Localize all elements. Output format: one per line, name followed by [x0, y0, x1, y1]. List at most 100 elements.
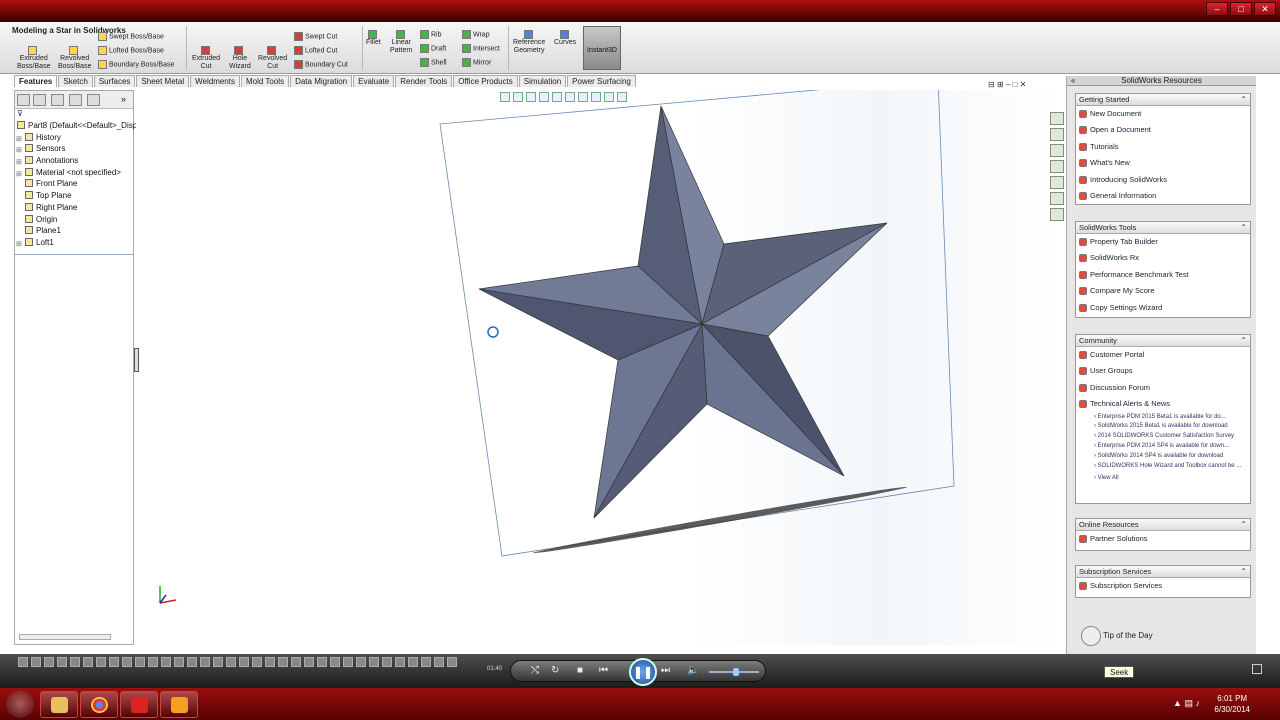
news-item[interactable]: › SolidWorks 2014 SP4 is available for d… [1076, 452, 1250, 462]
dimxpert-tab-icon[interactable] [69, 94, 82, 106]
panel-splitter[interactable] [134, 348, 139, 372]
link-introducing-solidworks[interactable]: Introducing SolidWorks [1076, 172, 1250, 188]
toolbar-tool-icon[interactable] [239, 657, 249, 667]
toolbar-tool-icon[interactable] [161, 657, 171, 667]
toolbar-tool-icon[interactable] [408, 657, 418, 667]
boundary-cut-button[interactable]: Boundary Cut [294, 60, 348, 69]
toolbar-tool-icon[interactable] [356, 657, 366, 667]
toolbar-tool-icon[interactable] [447, 657, 457, 667]
extruded-boss-button[interactable]: Extruded Boss/Base [17, 46, 50, 71]
link-compare-my-score[interactable]: Compare My Score [1076, 283, 1250, 299]
resources-tab-icon[interactable] [1050, 112, 1064, 125]
close-viewport-icon[interactable]: ✕ [1020, 80, 1027, 89]
toolbar-tool-icon[interactable] [421, 657, 431, 667]
tree-root-part[interactable]: Part8 (Default<<Default>_Disp [15, 120, 137, 132]
reference-geometry-button[interactable]: Reference Geometry [513, 30, 545, 55]
previous-view-icon[interactable] [526, 92, 536, 102]
tray-arrow-icon[interactable]: ▲ [1173, 698, 1182, 708]
link-open-a-document[interactable]: Open a Document [1076, 122, 1250, 138]
tree-item-history[interactable]: ⊞ History [15, 132, 133, 144]
pause-button[interactable]: ❚❚ [629, 658, 657, 686]
taskbar-explorer[interactable] [40, 691, 78, 718]
hide-show-icon[interactable] [578, 92, 588, 102]
star-model[interactable] [136, 90, 1064, 645]
next-icon[interactable]: ⏭ [661, 665, 670, 676]
view-palette-tab-icon[interactable] [1050, 176, 1064, 189]
design-library-tab-icon[interactable] [1050, 128, 1064, 141]
link-discussion-forum[interactable]: Discussion Forum [1076, 380, 1250, 396]
filter-icon[interactable]: ⊽ [15, 109, 133, 120]
link-general-information[interactable]: General Information [1076, 188, 1250, 204]
toolbar-tool-icon[interactable] [226, 657, 236, 667]
tab-mold-tools[interactable]: Mold Tools [240, 75, 290, 87]
link-performance-benchmark-test[interactable]: Performance Benchmark Test [1076, 267, 1250, 283]
repeat-icon[interactable]: ↻ [551, 665, 559, 676]
news-item[interactable]: › SolidWorks 2015 Beta1 is available for… [1076, 422, 1250, 432]
tab-sheet-metal[interactable]: Sheet Metal [136, 75, 190, 87]
revolved-boss-button[interactable]: Revolved Boss/Base [58, 46, 91, 71]
collapse-chevron-icon[interactable]: ⌃ [1240, 222, 1247, 234]
toolbar-tool-icon[interactable] [31, 657, 41, 667]
horizontal-scrollbar[interactable] [19, 634, 111, 640]
mirror-button[interactable]: Mirror [462, 58, 491, 67]
taskbar-solidworks[interactable] [120, 691, 158, 718]
news-item[interactable]: › Enterprise PDM 2015 Beta1 is available… [1076, 413, 1250, 423]
tab-evaluate[interactable]: Evaluate [353, 75, 395, 87]
custom-properties-tab-icon[interactable] [1050, 208, 1064, 221]
news-item[interactable]: › SOLIDWORKS Hole Wizard and Toolbox can… [1076, 462, 1250, 472]
zoom-to-fit-icon[interactable] [500, 92, 510, 102]
tree-item-loft1[interactable]: ⊞ Loft1 [15, 237, 133, 249]
section-view-icon[interactable] [539, 92, 549, 102]
property-manager-tab-icon[interactable] [33, 94, 46, 106]
fillet-button[interactable]: Fillet [366, 30, 381, 47]
tab-surfaces[interactable]: Surfaces [93, 75, 136, 87]
tree-item-plane1[interactable]: Plane1 [15, 225, 133, 237]
toolbar-tool-icon[interactable] [148, 657, 158, 667]
display-manager-tab-icon[interactable] [87, 94, 100, 106]
lofted-cut-button[interactable]: Lofted Cut [294, 46, 337, 55]
link-user-groups[interactable]: User Groups [1076, 363, 1250, 379]
hole-wizard-button[interactable]: Hole Wizard [229, 46, 251, 71]
taskbar-media-player[interactable] [160, 691, 198, 718]
revolved-cut-button[interactable]: Revolved Cut [258, 46, 287, 71]
tree-item-front[interactable]: Front Plane [15, 178, 133, 190]
toolbar-tool-icon[interactable] [304, 657, 314, 667]
link-subscription-services[interactable]: Subscription Services [1076, 578, 1250, 594]
maximize-viewport-icon[interactable]: □ [1013, 80, 1018, 89]
link-copy-settings-wizard[interactable]: Copy Settings Wizard [1076, 300, 1250, 316]
tile-viewport-icon[interactable]: ⊞ [997, 80, 1004, 89]
toolbar-tool-icon[interactable] [187, 657, 197, 667]
rib-button[interactable]: Rib [420, 30, 442, 39]
restore-viewport-icon[interactable]: ⊟ [988, 80, 995, 89]
toolbar-tool-icon[interactable] [369, 657, 379, 667]
rollback-bar[interactable] [15, 254, 133, 255]
toolbar-tool-icon[interactable] [135, 657, 145, 667]
toolbar-tool-icon[interactable] [57, 657, 67, 667]
fullscreen-icon[interactable] [1252, 664, 1262, 674]
news-item[interactable]: › Enterprise PDM 2014 SP4 is available f… [1076, 442, 1250, 452]
tab-data-migration[interactable]: Data Migration [290, 75, 353, 87]
tree-item-origin[interactable]: Origin [15, 214, 133, 226]
close-button[interactable]: ✕ [1254, 2, 1276, 16]
tab-power-surfacing[interactable]: Power Surfacing [567, 75, 636, 87]
section-header[interactable]: SolidWorks Tools ⌃ [1076, 222, 1250, 234]
tab-render-tools[interactable]: Render Tools [395, 75, 453, 87]
shuffle-icon[interactable]: ⤭ [531, 665, 539, 676]
feature-tree-tab-icon[interactable] [17, 94, 30, 106]
link-new-document[interactable]: New Document [1076, 106, 1250, 122]
previous-icon[interactable]: ⏮ [599, 665, 608, 676]
link-partner-solutions[interactable]: Partner Solutions [1076, 531, 1250, 547]
clock[interactable]: 6:01 PM 6/30/2014 [1214, 693, 1250, 715]
view-settings-icon[interactable] [617, 92, 627, 102]
tree-item-material[interactable]: ⊞ Material <not specified> [15, 167, 133, 179]
zoom-area-icon[interactable] [513, 92, 523, 102]
collapse-chevron-icon[interactable]: ⌃ [1240, 335, 1247, 347]
curves-button[interactable]: Curves [554, 30, 576, 47]
section-header[interactable]: Online Resources ⌃ [1076, 519, 1250, 531]
collapse-chevron-icon[interactable]: ⌃ [1240, 94, 1247, 106]
tree-item-top[interactable]: Top Plane [15, 190, 133, 202]
display-style-icon[interactable] [565, 92, 575, 102]
expand-icon[interactable]: ⊞ [16, 239, 22, 251]
linear-pattern-button[interactable]: Linear Pattern [390, 30, 413, 55]
swept-cut-button[interactable]: Swept Cut [294, 32, 337, 41]
